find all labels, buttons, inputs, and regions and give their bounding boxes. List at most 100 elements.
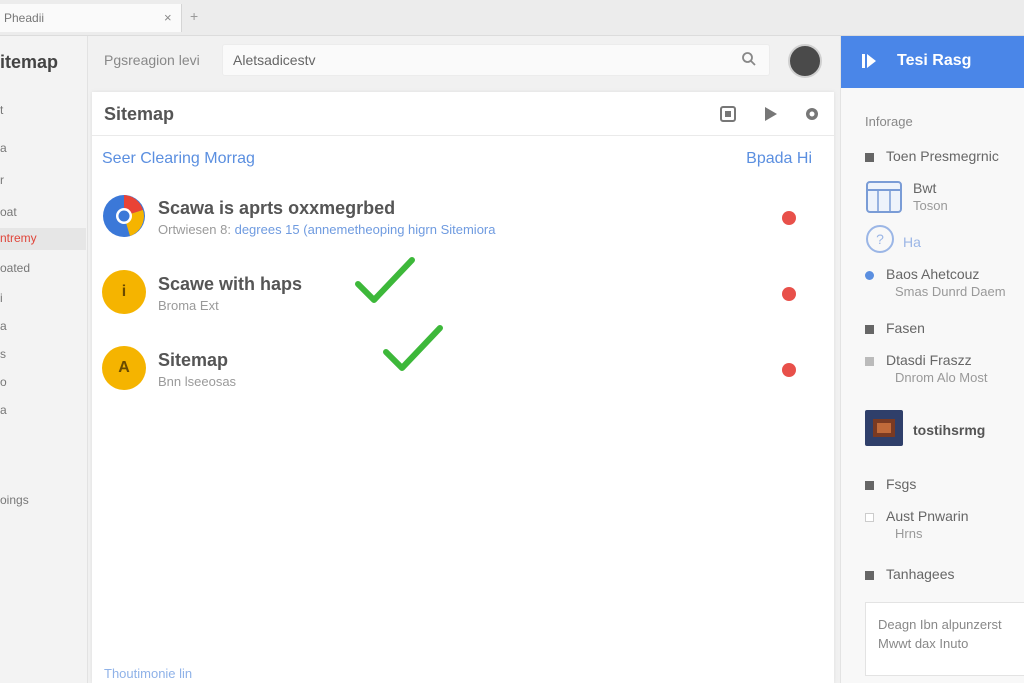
- sidebar-item-active[interactable]: ntremy: [0, 228, 86, 250]
- panel-row-label: Baos Ahetcouz: [886, 266, 980, 282]
- calendar-icon: [866, 181, 902, 213]
- panel-row-label: Fasen: [886, 320, 925, 336]
- panel-row-sub: Smas Dunrd Daem: [895, 284, 1006, 299]
- primary-action-button[interactable]: Tesi Rasg: [841, 36, 1024, 88]
- bullet-icon: [865, 570, 874, 580]
- app-title: itemap: [0, 52, 59, 72]
- panel-row[interactable]: Fsgs: [865, 476, 916, 492]
- right-panel: Tesi Rasg Inforage Toen Presmegrnic Bwt …: [840, 36, 1024, 683]
- image-thumbnail-icon: [865, 410, 903, 446]
- left-sidebar: itemap t a r oat ntremy oated i a s o a …: [0, 36, 88, 683]
- bullet-icon: [865, 324, 874, 334]
- list-item[interactable]: Scawa is aprts oxxmegrbed Ortwiesen 8: d…: [92, 184, 834, 248]
- bullet-icon: [865, 356, 874, 366]
- panel-heading: Inforage: [865, 114, 913, 129]
- search-icon[interactable]: [741, 51, 757, 72]
- item-title: Scawe with haps: [158, 274, 303, 294]
- sidebar-item[interactable]: t: [0, 100, 86, 122]
- panel-row-label: Aust Pnwarin: [886, 508, 969, 524]
- bullet-icon: [865, 152, 874, 162]
- item-subtitle: Ortwiesen 8: degrees 15 (annemetheoping …: [158, 222, 495, 237]
- sidebar-item-label: i: [0, 291, 3, 305]
- panel-row[interactable]: Aust Pnwarin: [865, 508, 968, 524]
- user-avatar[interactable]: [788, 44, 822, 78]
- status-dot[interactable]: [782, 363, 796, 377]
- checkbox-icon[interactable]: [865, 512, 874, 522]
- notes-textarea[interactable]: Deagn Ibn alpunzerst Mwwt dax Inuto: [865, 602, 1024, 676]
- panel-row[interactable]: Dtasdi Fraszz: [865, 352, 972, 368]
- check-icon: [355, 257, 415, 303]
- panel-row-sub: Dnrom Alo Most: [895, 370, 988, 385]
- item-avatar: A: [102, 346, 146, 390]
- browser-tab[interactable]: Pheadii ×: [0, 4, 182, 32]
- panel-row[interactable]: Baos Ahetcouz: [865, 266, 979, 282]
- sidebar-item[interactable]: o: [0, 372, 86, 394]
- sidebar-item-label: ntremy: [0, 231, 37, 245]
- sidebar-item-label: a: [0, 403, 7, 417]
- primary-action-label: Tesi Rasg: [897, 52, 972, 69]
- search-input-value: Aletsadicestv: [233, 52, 316, 68]
- panel-row[interactable]: Tanhagees: [865, 566, 955, 582]
- sidebar-item-label: oated: [0, 261, 31, 275]
- chrome-logo-icon: [102, 194, 146, 238]
- sidebar-item-label: r: [0, 173, 4, 187]
- sidebar-item-label: t: [0, 103, 4, 117]
- item-subtitle-text: Ortwiesen 8:: [158, 222, 235, 237]
- close-icon[interactable]: ×: [164, 10, 172, 25]
- check-icon: [383, 325, 443, 371]
- sidebar-item[interactable]: s: [0, 344, 86, 366]
- panel-row-sub: Toson: [913, 198, 948, 213]
- sidebar-item[interactable]: a: [0, 316, 86, 338]
- item-subtitle: Bnn lseeosas: [158, 374, 237, 389]
- main-card: Sitemap Seer Clearing Morrag Bpada Hi Sc…: [92, 92, 834, 683]
- item-subtitle-link[interactable]: degrees 15 (annemetheoping higrn Sitemio…: [235, 222, 496, 237]
- bullet-icon: [865, 480, 874, 490]
- sidebar-item-label: oat: [0, 205, 17, 219]
- panel-row[interactable]: Toen Presmegrnic: [865, 148, 999, 164]
- panel-row[interactable]: Fasen: [865, 320, 925, 336]
- panel-row-label: Fsgs: [886, 476, 917, 492]
- sidebar-item[interactable]: i: [0, 288, 86, 310]
- item-title: Sitemap: [158, 350, 229, 370]
- sidebar-item[interactable]: oat: [0, 202, 86, 224]
- svg-text:?: ?: [876, 231, 884, 247]
- panel-row-sub: Hrns: [895, 526, 923, 541]
- settings-icon[interactable]: [802, 104, 822, 124]
- sidebar-item-label: s: [0, 347, 6, 361]
- help-icon[interactable]: ?: [865, 224, 895, 254]
- search-input[interactable]: Aletsadicestv: [222, 44, 770, 76]
- sidebar-item[interactable]: oated: [0, 258, 86, 280]
- sidebar-item[interactable]: a: [0, 138, 86, 160]
- status-dot[interactable]: [782, 287, 796, 301]
- section-action-link[interactable]: Bpada Hi: [746, 150, 812, 168]
- list-item[interactable]: A Sitemap Bnn lseeosas: [92, 336, 834, 400]
- search-scope-label: Pgsreagion levi: [104, 52, 200, 68]
- panel-row-label: Toen Presmegrnic: [886, 148, 999, 164]
- panel-row-label: Bwt: [913, 180, 937, 196]
- browser-tab-bar: Pheadii × +: [0, 0, 1024, 36]
- play-icon: [861, 52, 877, 75]
- play-icon[interactable]: [760, 104, 780, 124]
- panel-row-label: Ha: [903, 234, 921, 250]
- card-header: Sitemap: [92, 92, 834, 136]
- list-item[interactable]: i Scawe with haps Broma Ext: [92, 260, 834, 324]
- section-link[interactable]: Seer Clearing Morrag: [102, 150, 255, 168]
- radio-icon: [865, 270, 874, 280]
- footer-link[interactable]: Thoutimonie lin: [104, 666, 192, 681]
- sidebar-item-label: a: [0, 141, 7, 155]
- sidebar-item-label: oings: [0, 493, 29, 507]
- panel-row-label: Tanhagees: [886, 566, 955, 582]
- panel-row-label: tostihsrmg: [913, 422, 986, 438]
- item-subtitle: Broma Ext: [158, 298, 219, 313]
- sidebar-item[interactable]: r: [0, 170, 86, 192]
- sidebar-item[interactable]: oings: [0, 490, 86, 512]
- sidebar-item-label: a: [0, 319, 7, 333]
- new-tab-button[interactable]: +: [190, 8, 198, 24]
- sidebar-item-label: o: [0, 375, 7, 389]
- status-dot[interactable]: [782, 211, 796, 225]
- panel-row-label: Dtasdi Fraszz: [886, 352, 972, 368]
- item-title: Scawa is aprts oxxmegrbed: [158, 198, 396, 218]
- grid-icon[interactable]: [718, 104, 738, 124]
- sidebar-item[interactable]: a: [0, 400, 86, 422]
- page-title: Sitemap: [104, 104, 175, 124]
